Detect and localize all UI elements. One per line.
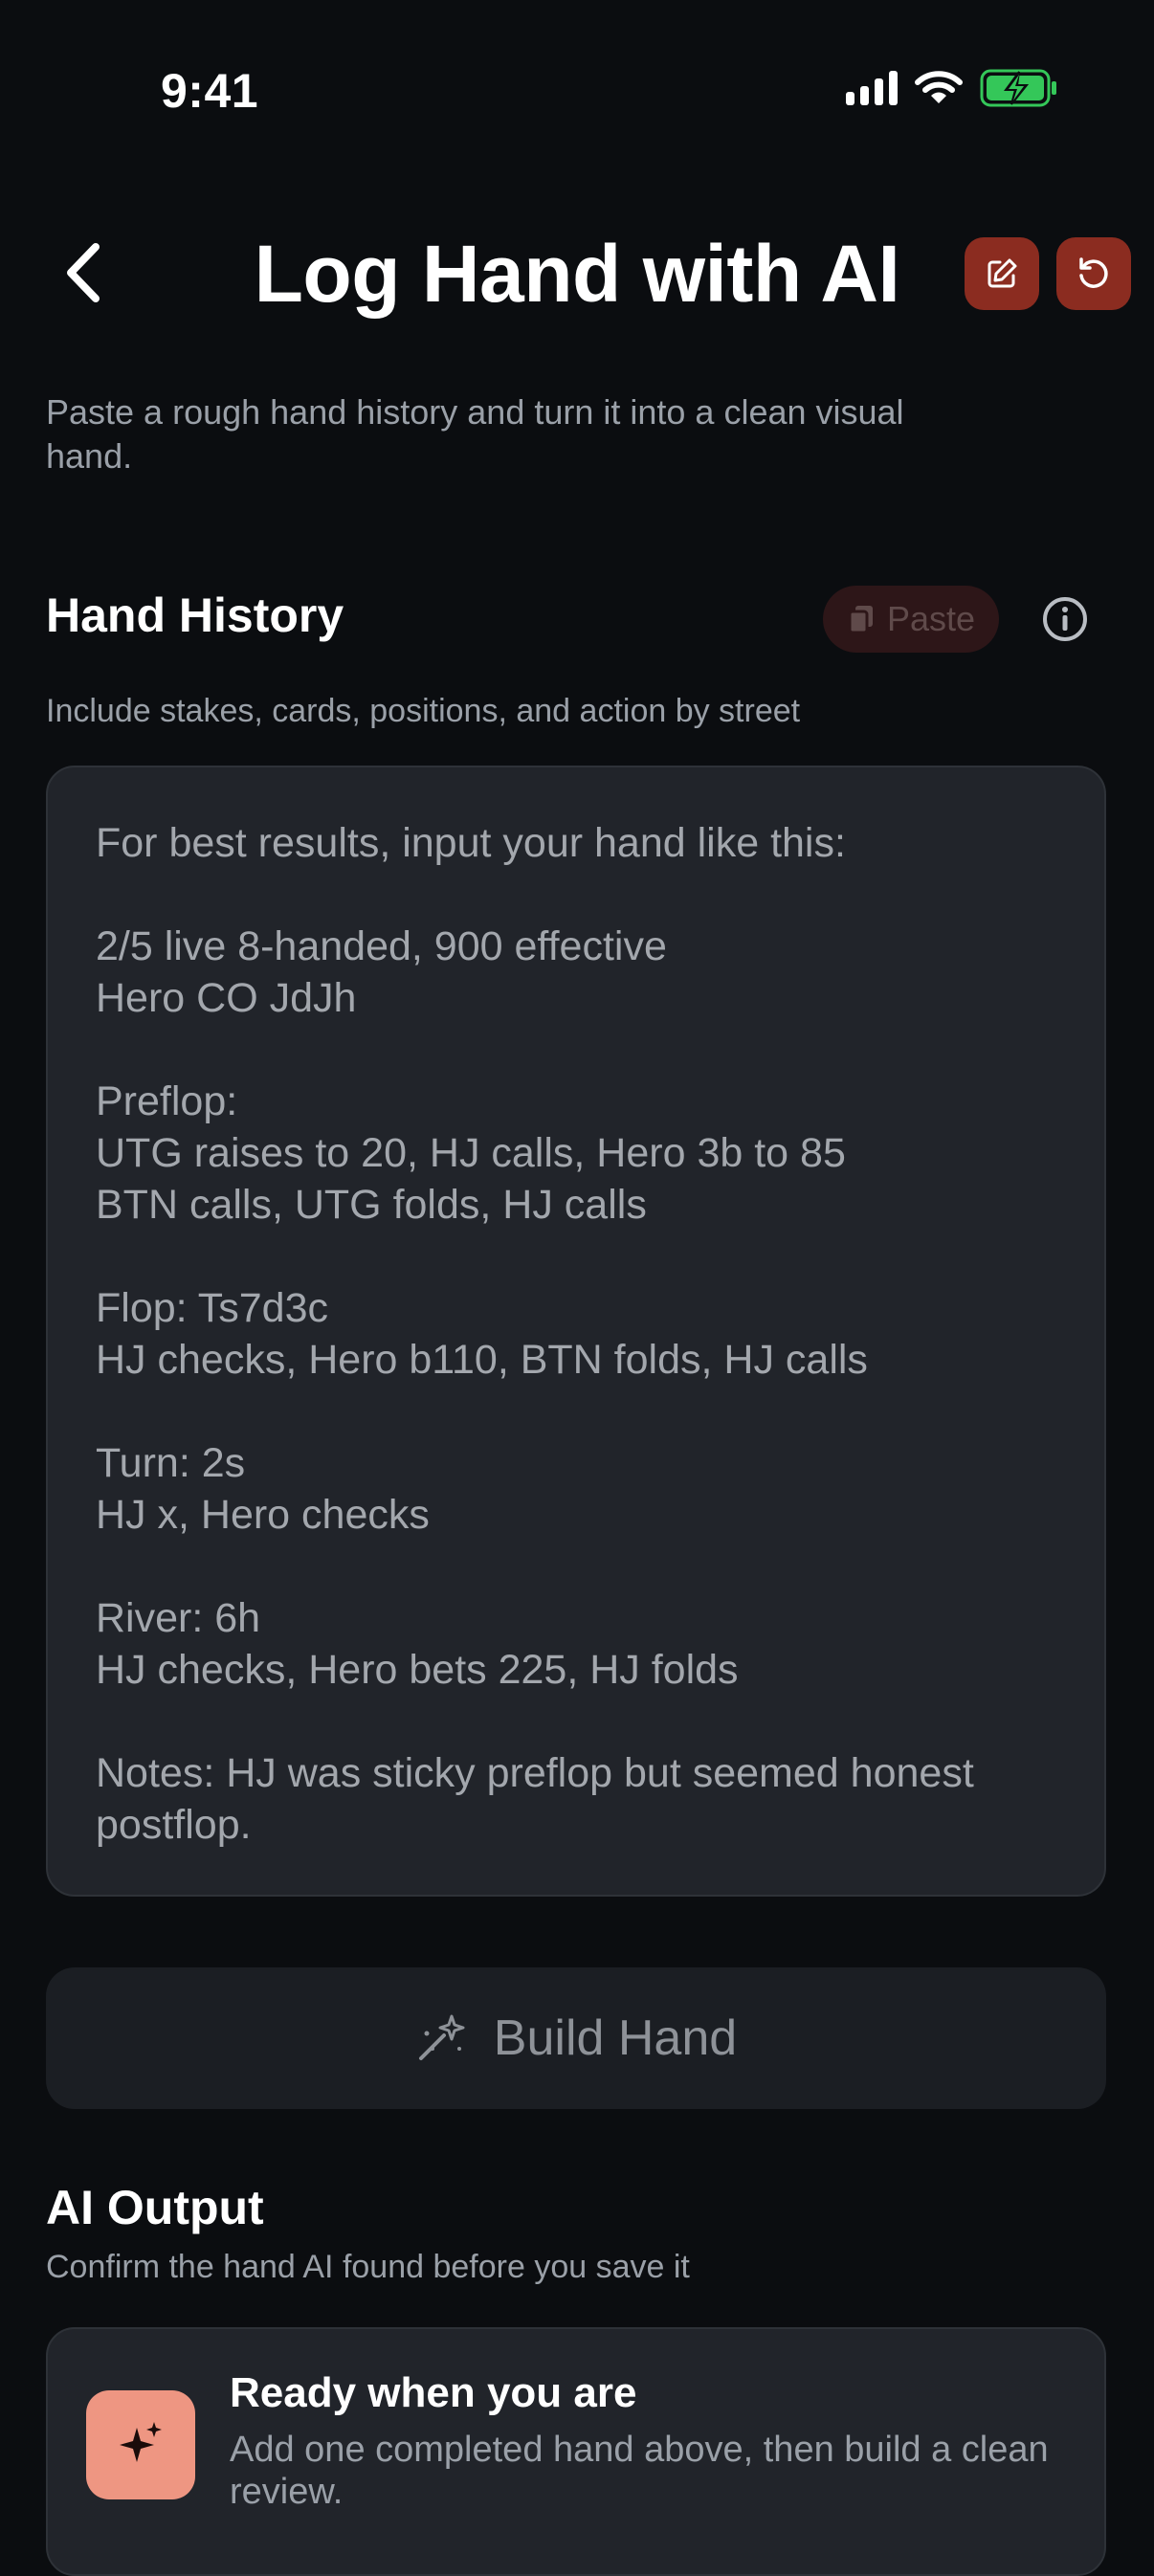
empty-state-icon-tile bbox=[86, 2390, 195, 2499]
empty-state-title: Ready when you are bbox=[230, 2369, 637, 2416]
hand-history-title: Hand History bbox=[46, 588, 344, 642]
hand-history-placeholder: For best results, input your hand like t… bbox=[96, 820, 974, 1848]
reset-button[interactable] bbox=[1056, 237, 1131, 310]
status-time: 9:41 bbox=[161, 64, 259, 118]
paste-button[interactable]: Paste bbox=[823, 586, 999, 653]
hand-history-input[interactable]: For best results, input your hand like t… bbox=[46, 766, 1106, 1897]
ai-output-title: AI Output bbox=[46, 2181, 264, 2234]
wifi-icon bbox=[915, 71, 963, 103]
cellular-signal-icon bbox=[846, 71, 898, 105]
hand-history-helper: Include stakes, cards, positions, and ac… bbox=[46, 693, 801, 729]
build-hand-label: Build Hand bbox=[493, 2010, 738, 2066]
magic-wand-sparkle-icon bbox=[418, 2014, 465, 2060]
info-icon bbox=[1043, 597, 1087, 641]
battery-charging-icon bbox=[980, 69, 1056, 107]
clipboard-icon bbox=[848, 606, 873, 634]
sparkle-icon bbox=[120, 2422, 162, 2462]
paste-label: Paste bbox=[886, 599, 976, 638]
build-hand-button[interactable]: Build Hand bbox=[46, 1967, 1106, 2109]
empty-state-text: Add one completed hand above, then build… bbox=[230, 2430, 1049, 2512]
edit-square-icon bbox=[988, 258, 1017, 288]
status-icons bbox=[846, 69, 1058, 107]
info-button[interactable] bbox=[1041, 595, 1089, 643]
page-subtitle: Paste a rough hand history and turn it i… bbox=[46, 392, 904, 476]
edit-button[interactable] bbox=[965, 237, 1039, 310]
ai-output-helper: Confirm the hand AI found before you sav… bbox=[46, 2249, 690, 2285]
rotate-ccw-icon bbox=[1079, 257, 1108, 288]
